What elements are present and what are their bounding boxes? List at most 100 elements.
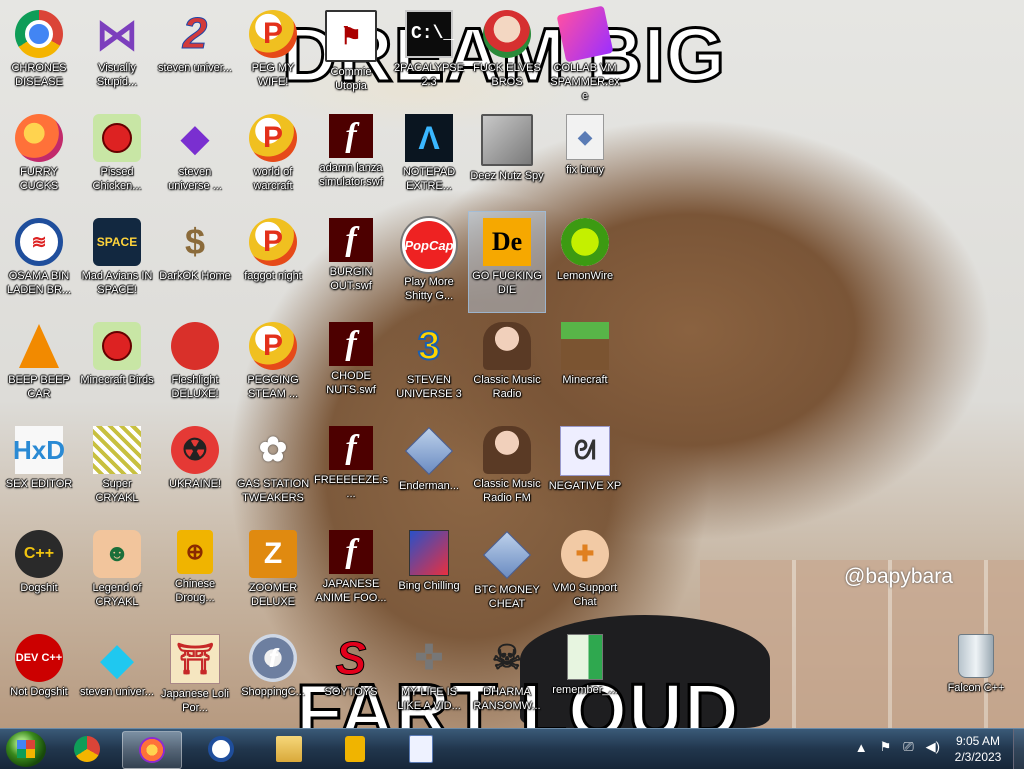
desktop-icon[interactable]: ◆ steven univer... [79, 628, 155, 728]
desktop-icon[interactable]: ᘛ NEGATIVE XP [547, 420, 623, 520]
desktop-icon[interactable]: $ DarkOK Home [157, 212, 233, 312]
desktop-icon[interactable]: Pfaggot night [235, 212, 311, 312]
desktop-icon[interactable]: S SOYTOYS [313, 628, 389, 728]
desktop-icon[interactable]: Super CRYAKL [79, 420, 155, 520]
desktop-icon[interactable]: ☠ DHARMA RANSOMW... [469, 628, 545, 728]
desktop-icon[interactable]: Classic Music Radio [469, 316, 545, 416]
desktop-icon[interactable]: ⛩ Japanese Loli Por... [157, 628, 233, 728]
desktop-icon[interactable]: PopCap Play More Shitty G... [391, 212, 467, 312]
clock[interactable]: 9:05 AM 2/3/2023 [946, 733, 1010, 765]
desktop-icon-label: BTC MONEY CHEAT [474, 584, 540, 610]
desktop[interactable]: DREAM BIG FART LOUD @bapybara CHRONES DI… [0, 0, 1024, 728]
desktop-icon[interactable]: 2 steven univer... [157, 4, 233, 104]
desktop-icon[interactable]: Fleshlight DELUXE! [157, 316, 233, 416]
chrome-icon [15, 10, 63, 58]
desktop-icon[interactable]: f CHODE NUTS.swf [313, 316, 389, 416]
desktop-icon[interactable]: Bing Chilling [391, 524, 467, 624]
desktop-icon[interactable]: f adamn lanza simulator.swf [313, 108, 389, 208]
desktop-icon-label: adamn lanza simulator.swf [319, 162, 383, 188]
desktop-icon[interactable]: HxD SEX EDITOR [1, 420, 77, 520]
taskbar-obama[interactable] [192, 731, 250, 767]
desktop-icon[interactable]: FUCK ELVES BROS [469, 4, 545, 104]
desktop-icon-label: COLLAB VM SPAMMER.exe [550, 62, 620, 102]
desktop-icon[interactable]: Minecraft [547, 316, 623, 416]
desktop-icon[interactable]: Falcon C++ [938, 628, 1014, 728]
desktop-icon[interactable]: FURRY CUCKS [1, 108, 77, 208]
firefox-icon [15, 114, 63, 162]
desktop-icon-label: remember_... [552, 684, 618, 696]
desktop-icon[interactable]: Enderman... [391, 420, 467, 520]
desktop-icon[interactable]: ◆ steven universe ... [157, 108, 233, 208]
desktop-icon[interactable]: ✿ GAS STATION TWEAKERS [235, 420, 311, 520]
desktop-icon[interactable]: CHRONES DISEASE [1, 4, 77, 104]
desktop-icon-label: BEEP BEEP CAR [8, 374, 70, 400]
taskbar-mahjong[interactable] [326, 731, 384, 767]
taskbar-explorer[interactable] [260, 731, 318, 767]
flash-player-icon: f [249, 634, 297, 682]
show-desktop-button[interactable] [1013, 729, 1024, 769]
desktop-icon[interactable]: ⋈ Visually Stupid... [79, 4, 155, 104]
desktop-icon-label: DarkOK Home [159, 270, 231, 282]
desktop-icon[interactable]: P PEG MY WIFE! [235, 4, 311, 104]
desktop-icon[interactable]: LemonWire [547, 212, 623, 312]
network-icon[interactable]: ⎚ [903, 739, 913, 755]
desktop-icon[interactable]: BEEP BEEP CAR [1, 316, 77, 416]
desktop-icon[interactable]: Pissed Chicken... [79, 108, 155, 208]
desktop-icon[interactable]: Z ZOOMER DELUXE [235, 524, 311, 624]
desktop-icon[interactable]: SPACE Mad Avians IN SPACE! [79, 212, 155, 312]
desktop-icon[interactable]: Minecraft Birds [79, 316, 155, 416]
chrome-icon [74, 736, 100, 762]
desktop-icon[interactable]: ⊕ Chinese Droug... [157, 524, 233, 624]
grass-block-icon [561, 322, 609, 370]
desktop-icon[interactable]: 3 STEVEN UNIVERSE 3 [391, 316, 467, 416]
flag-icon[interactable]: ⚑ [880, 739, 892, 755]
desktop-icon-label: Visually Stupid... [96, 62, 138, 88]
desktop-icon-label: ZOOMER DELUXE [248, 582, 298, 608]
desktop-icon[interactable]: ✜ MY LIFE IS LIKE A VID... [391, 628, 467, 728]
taskbar-wordpad[interactable] [392, 731, 450, 767]
desktop-icon[interactable]: Classic Music Radio FM [469, 420, 545, 520]
desktop-icon[interactable]: f JAPANESE ANIME FOO... [313, 524, 389, 624]
desktop-icon[interactable]: COLLAB VM SPAMMER.exe [547, 4, 623, 104]
desktop-icon[interactable]: f BURGIN OUT.swf [313, 212, 389, 312]
desktop-icon[interactable]: P PEGGING STEAM ... [235, 316, 311, 416]
desktop-icon[interactable]: ✚ VM0 Support Chat [547, 524, 623, 624]
desktop-icon-label: steven univer... [80, 686, 154, 698]
desktop-icon-label: SOYTOYS [324, 686, 378, 698]
desktop-icon[interactable]: f FREEEEEZE.s... [313, 420, 389, 520]
show-hidden-icons-icon[interactable]: ▲ [855, 740, 868, 755]
desktop-icon[interactable]: f ShoppingC... [235, 628, 311, 728]
desktop-icon-label: Not Dogshit [10, 686, 68, 698]
desktop-icon[interactable]: C:\_ 2PACALYPSE 2.3 [391, 4, 467, 104]
desktop-icon[interactable]: ◆ fix buuy [547, 108, 623, 208]
taskbar-chrome[interactable] [58, 731, 116, 767]
desktop-icon[interactable]: ≋ OSAMA BIN LADEN BR... [1, 212, 77, 312]
doctor-icon: ✚ [561, 530, 609, 578]
file-icon: ◆ [566, 114, 604, 160]
desktop-icon[interactable]: Λ NOTEPAD EXTRE... [391, 108, 467, 208]
desktop-icon[interactable]: De GO FUCKING DIE [468, 211, 546, 313]
desktop-icon-label: Dogshit [20, 582, 58, 594]
desktop-icon[interactable]: BTC MONEY CHEAT [469, 524, 545, 624]
desktop-icon[interactable]: ☢ UKRAINE! [157, 420, 233, 520]
start-button[interactable] [6, 731, 46, 767]
desktop-icon[interactable]: Pworld of warcraft [235, 108, 311, 208]
desktop-icon-label: FUCK ELVES BROS [473, 62, 541, 88]
angry-birds-seasons-icon [93, 114, 141, 162]
popcap-peggle-icon: P [249, 322, 297, 370]
desktop-icon[interactable]: DEV C++ Not Dogshit [1, 628, 77, 728]
taskbar-firefox[interactable] [122, 731, 182, 769]
desktop-icon[interactable]: ☻ Legend of CRYAKL [79, 524, 155, 624]
desktop-icon-label: Super CRYAKL [95, 478, 139, 504]
de-logo-icon: De [483, 218, 531, 266]
document-icon [409, 735, 433, 763]
number-two-icon: 2 [182, 9, 208, 59]
volume-icon[interactable]: ◀) [926, 739, 940, 755]
desktop-icon[interactable]: remember_... [547, 628, 623, 728]
desktop-icon-label: Minecraft [562, 374, 608, 386]
desktop-icon[interactable]: Deez Nutz Spy [469, 108, 545, 208]
software-box-icon [409, 530, 449, 576]
desktop-icon[interactable]: ⚑ Commie Utopia [313, 4, 389, 104]
desktop-icon-label: UKRAINE! [169, 478, 221, 490]
desktop-icon[interactable]: C++ Dogshit [1, 524, 77, 624]
